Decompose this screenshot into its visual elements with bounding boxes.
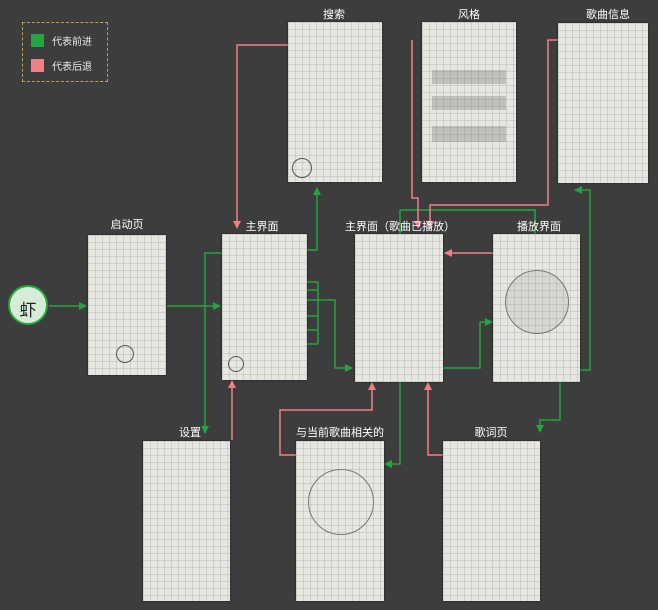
screen-search bbox=[288, 22, 382, 182]
app-logo[interactable]: 虾 bbox=[8, 285, 48, 325]
related-disc-sketch bbox=[308, 469, 374, 535]
style-banner-sketch-2 bbox=[432, 96, 506, 110]
app-logo-glyph: 虾 bbox=[19, 301, 37, 321]
label-lyrics: 歌词页 bbox=[474, 426, 508, 439]
screen-style bbox=[422, 22, 516, 182]
label-settings: 设置 bbox=[179, 426, 201, 439]
label-main: 主界面 bbox=[245, 220, 279, 233]
player-disc-sketch bbox=[505, 270, 569, 334]
label-song-info: 歌曲信息 bbox=[586, 8, 630, 21]
screen-main bbox=[222, 234, 307, 380]
arrow-style-back bbox=[411, 40, 422, 229]
legend-forward-label: 代表前进 bbox=[52, 36, 92, 48]
screen-player bbox=[493, 234, 580, 382]
label-related: 与当前歌曲相关的 bbox=[296, 426, 384, 439]
label-main-playing: 主界面（歌曲已播放） bbox=[345, 220, 455, 233]
style-banner-sketch-3 bbox=[432, 126, 506, 142]
legend-back-label: 代表后退 bbox=[52, 61, 92, 73]
main-playbar-cover-sketch bbox=[228, 356, 244, 372]
legend-forward-swatch bbox=[31, 33, 44, 47]
style-banner-sketch bbox=[432, 70, 506, 84]
launch-logo-sketch bbox=[116, 345, 134, 363]
legend-back-swatch bbox=[31, 58, 44, 72]
screen-main-playing bbox=[355, 234, 443, 382]
label-style: 风格 bbox=[458, 8, 480, 21]
legend: 代表前进 代表后退 bbox=[22, 22, 108, 82]
arrow-search-back-to-main bbox=[233, 44, 294, 229]
legend-forward: 代表前进 bbox=[31, 33, 92, 48]
label-player: 播放界面 bbox=[517, 220, 561, 233]
screen-lyrics bbox=[443, 441, 540, 601]
search-playbar-cover-sketch bbox=[292, 158, 312, 178]
legend-back: 代表后退 bbox=[31, 58, 92, 73]
screen-song-info bbox=[558, 23, 648, 183]
screen-related bbox=[296, 441, 384, 601]
screen-launch bbox=[88, 235, 166, 375]
screen-settings bbox=[143, 441, 230, 601]
label-launch: 启动页 bbox=[110, 218, 144, 231]
label-search: 搜索 bbox=[323, 8, 345, 21]
